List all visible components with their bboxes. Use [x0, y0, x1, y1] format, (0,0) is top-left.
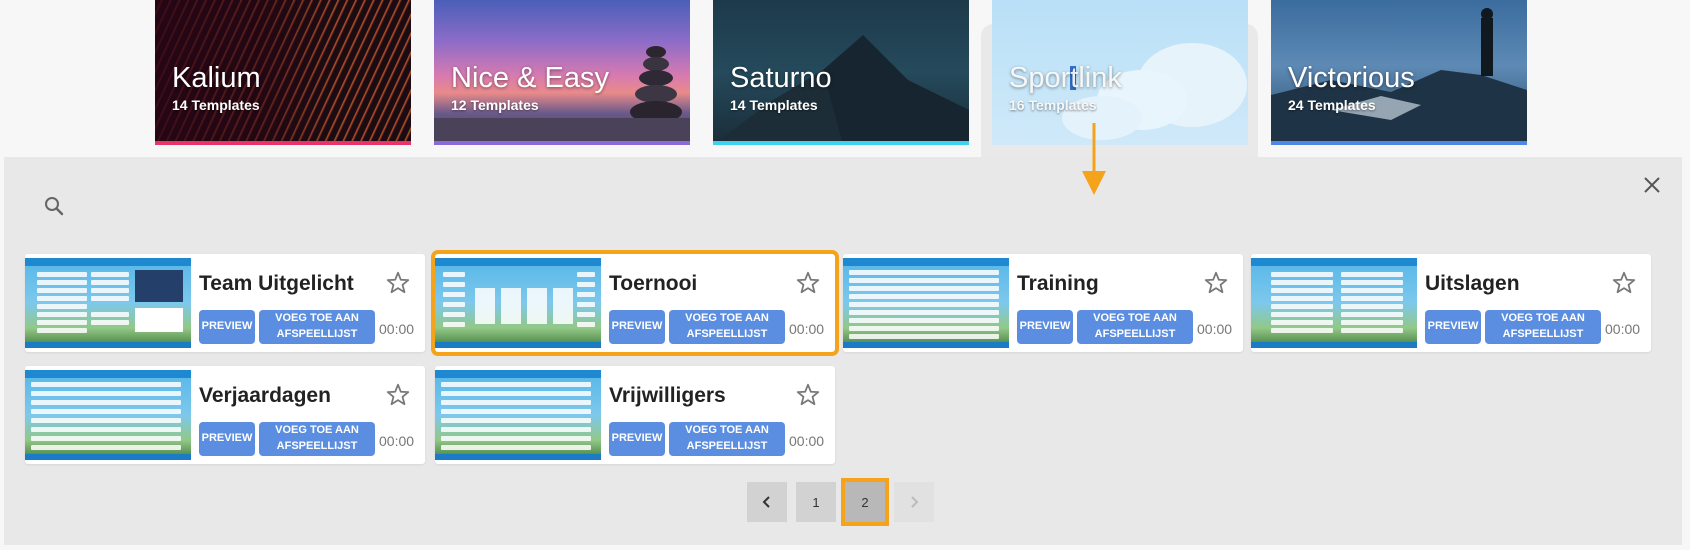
- template-thumbnail: [25, 370, 191, 460]
- add-to-playlist-button[interactable]: VOEG TOE AAN AFSPEELLIJST: [669, 310, 785, 344]
- template-title: Team Uitgelicht: [199, 272, 354, 295]
- template-duration: 00:00: [789, 321, 825, 337]
- template-title: Uitslagen: [1425, 272, 1520, 295]
- category-card-victorious[interactable]: Victorious 24 Templates: [1271, 0, 1527, 145]
- category-card-sportlink[interactable]: Sportlink 16 Templates: [992, 0, 1248, 145]
- category-card-saturno[interactable]: Saturno 14 Templates: [713, 0, 969, 145]
- template-thumbnail: [435, 258, 601, 348]
- template-title: Toernooi: [609, 272, 698, 295]
- pagination-prev-button[interactable]: [747, 482, 787, 522]
- preview-button[interactable]: PREVIEW: [609, 422, 665, 456]
- category-strip: Kalium 14 Templates Nice & Easy 12 Templ…: [0, 0, 1690, 164]
- category-count: 14 Templates: [730, 97, 818, 113]
- star-outline-icon[interactable]: [795, 382, 821, 408]
- star-outline-icon[interactable]: [1611, 270, 1637, 296]
- add-to-playlist-button[interactable]: VOEG TOE AAN AFSPEELLIJST: [1077, 310, 1193, 344]
- pagination-next-button[interactable]: [894, 482, 934, 522]
- template-thumbnail: [843, 258, 1009, 348]
- template-duration: 00:00: [1605, 321, 1641, 337]
- template-card: Uitslagen PREVIEW VOEG TOE AAN AFSPEELLI…: [1251, 254, 1651, 352]
- chevron-right-icon: [911, 496, 919, 508]
- category-count: 14 Templates: [172, 97, 260, 113]
- preview-button[interactable]: PREVIEW: [199, 310, 255, 344]
- preview-button[interactable]: PREVIEW: [1017, 310, 1073, 344]
- add-to-playlist-button[interactable]: VOEG TOE AAN AFSPEELLIJST: [669, 422, 785, 456]
- pagination-page-button-current[interactable]: 2: [841, 478, 889, 526]
- template-card: Toernooi PREVIEW VOEG TOE AAN AFSPEELLIJ…: [431, 250, 839, 356]
- category-card-kalium[interactable]: Kalium 14 Templates: [155, 0, 411, 145]
- preview-button[interactable]: PREVIEW: [609, 310, 665, 344]
- preview-button[interactable]: PREVIEW: [1425, 310, 1481, 344]
- template-card: Verjaardagen PREVIEW VOEG TOE AAN AFSPEE…: [25, 366, 425, 464]
- preview-button[interactable]: PREVIEW: [199, 422, 255, 456]
- star-outline-icon[interactable]: [385, 270, 411, 296]
- close-icon[interactable]: [1640, 173, 1664, 197]
- add-to-playlist-button[interactable]: VOEG TOE AAN AFSPEELLIJST: [1485, 310, 1601, 344]
- category-title: Sportlink: [1009, 62, 1122, 94]
- add-to-playlist-button[interactable]: VOEG TOE AAN AFSPEELLIJST: [259, 422, 375, 456]
- template-card: Training PREVIEW VOEG TOE AAN AFSPEELLIJ…: [843, 254, 1243, 352]
- star-outline-icon[interactable]: [1203, 270, 1229, 296]
- category-bar: [434, 141, 690, 145]
- category-count: 12 Templates: [451, 97, 539, 113]
- add-to-playlist-button[interactable]: VOEG TOE AAN AFSPEELLIJST: [259, 310, 375, 344]
- template-thumbnail: [1251, 258, 1417, 348]
- template-title: Vrijwilligers: [609, 384, 726, 407]
- category-title: Saturno: [730, 62, 832, 94]
- star-outline-icon[interactable]: [385, 382, 411, 408]
- template-browser: Kalium 14 Templates Nice & Easy 12 Templ…: [0, 0, 1690, 550]
- star-outline-icon[interactable]: [795, 270, 821, 296]
- template-thumbnail: [435, 370, 601, 460]
- pagination-page-button[interactable]: 1: [796, 482, 836, 522]
- template-title: Verjaardagen: [199, 384, 331, 407]
- search-icon[interactable]: [42, 194, 66, 218]
- category-count: 16 Templates: [1009, 97, 1097, 113]
- template-duration: 00:00: [789, 433, 825, 449]
- template-duration: 00:00: [379, 433, 415, 449]
- template-card: Team Uitgelicht PREVIEW VOEG TOE AAN AFS…: [25, 254, 425, 352]
- category-title: Kalium: [172, 62, 261, 94]
- template-title: Training: [1017, 272, 1099, 295]
- category-bar: [155, 141, 411, 145]
- category-title: Victorious: [1288, 62, 1415, 94]
- template-thumbnail: [25, 258, 191, 348]
- template-duration: 00:00: [379, 321, 415, 337]
- down-arrow-indicator: [1082, 123, 1106, 195]
- category-title: Nice & Easy: [451, 62, 609, 94]
- category-bar: [1271, 141, 1527, 145]
- category-card-nice-easy[interactable]: Nice & Easy 12 Templates: [434, 0, 690, 145]
- category-count: 24 Templates: [1288, 97, 1376, 113]
- category-bar: [713, 141, 969, 145]
- chevron-left-icon: [762, 496, 770, 508]
- template-card: Vrijwilligers PREVIEW VOEG TOE AAN AFSPE…: [435, 366, 835, 464]
- template-duration: 00:00: [1197, 321, 1233, 337]
